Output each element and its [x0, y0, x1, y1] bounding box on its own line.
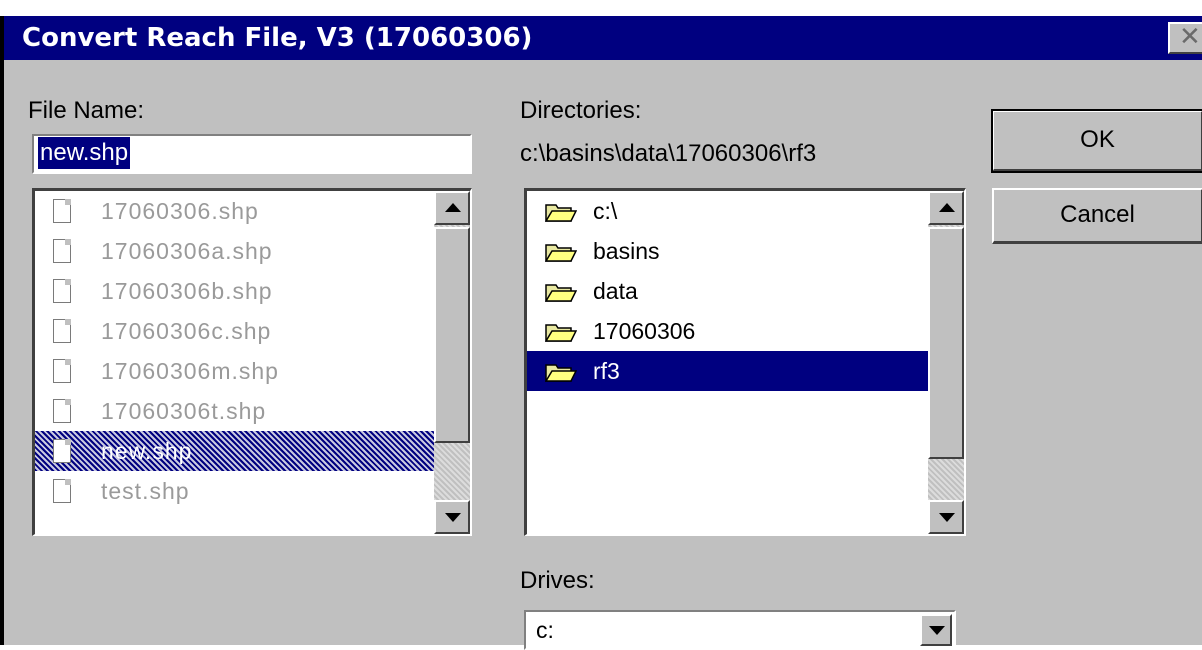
directory-list-item[interactable]: rf3: [527, 351, 928, 391]
file-name-value: new.shp: [38, 137, 131, 169]
file-name-label: File Name:: [28, 97, 145, 124]
arrow-down-icon: [939, 513, 955, 522]
ok-button[interactable]: OK: [991, 109, 1202, 173]
file-list-item[interactable]: 17060306b.shp: [35, 271, 434, 311]
file-name-input[interactable]: new.shp: [32, 134, 472, 174]
file-name-text: 17060306c.shp: [101, 318, 272, 344]
directory-list-rows: c:\ basins data 17060306 rf3: [527, 191, 928, 534]
dir-scroll-up-button[interactable]: [928, 191, 964, 225]
file-icon: [53, 239, 71, 263]
file-list-scrollbar[interactable]: [434, 191, 470, 534]
file-list-item[interactable]: 17060306c.shp: [35, 311, 434, 351]
file-icon: [53, 319, 71, 343]
drives-select[interactable]: c:: [524, 610, 956, 650]
chevron-down-icon: [929, 626, 945, 635]
cancel-button[interactable]: Cancel: [992, 188, 1202, 244]
directory-name-text: data: [593, 278, 638, 304]
directory-list[interactable]: c:\ basins data 17060306 rf3: [524, 188, 966, 536]
file-list-item[interactable]: 17060306m.shp: [35, 351, 434, 391]
directory-list-item[interactable]: c:\: [527, 191, 928, 231]
close-icon: ✕: [1179, 22, 1201, 52]
file-name-text: 17060306b.shp: [101, 278, 273, 304]
directory-list-item[interactable]: data: [527, 271, 928, 311]
current-directory-path: c:\basins\data\17060306\rf3: [520, 140, 817, 167]
file-name-text: 17060306a.shp: [101, 238, 273, 264]
arrow-down-icon: [445, 513, 461, 522]
dir-scroll-thumb[interactable]: [928, 227, 964, 459]
file-icon: [53, 279, 71, 303]
directory-list-scrollbar[interactable]: [928, 191, 964, 534]
file-icon: [53, 359, 71, 383]
convert-reach-file-dialog: Convert Reach File, V3 (17060306) ✕ File…: [0, 16, 1202, 650]
directory-name-text: c:\: [593, 198, 618, 224]
drives-dropdown-button[interactable]: [920, 614, 952, 646]
arrow-up-icon: [939, 203, 955, 212]
file-icon: [53, 439, 71, 463]
folder-open-icon: [545, 204, 577, 222]
file-icon: [53, 479, 71, 503]
directory-name-text: 17060306: [593, 318, 696, 344]
file-name-text: 17060306t.shp: [101, 398, 267, 424]
folder-open-icon: [545, 364, 577, 382]
close-button[interactable]: ✕: [1168, 22, 1202, 54]
file-list[interactable]: 17060306.shp 17060306a.shp 17060306b.shp 17…: [32, 188, 472, 536]
directory-list-item[interactable]: 17060306: [527, 311, 928, 351]
file-name-text: new.shp: [101, 438, 193, 464]
directory-name-text: basins: [593, 238, 660, 264]
arrow-up-icon: [445, 203, 461, 212]
file-icon: [53, 199, 71, 223]
dialog-title: Convert Reach File, V3 (17060306): [22, 23, 533, 53]
drives-selected-value: c:: [536, 617, 554, 643]
file-scroll-up-button[interactable]: [434, 191, 470, 225]
file-list-rows: 17060306.shp 17060306a.shp 17060306b.shp 17…: [35, 191, 434, 534]
folder-open-icon: [545, 324, 577, 342]
file-scroll-down-button[interactable]: [434, 500, 470, 534]
file-name-text: 17060306m.shp: [101, 358, 279, 384]
folder-open-icon: [545, 244, 577, 262]
title-bar[interactable]: Convert Reach File, V3 (17060306): [4, 16, 1202, 60]
directories-label: Directories:: [520, 97, 642, 124]
file-scroll-thumb[interactable]: [434, 227, 470, 443]
file-list-item[interactable]: 17060306.shp: [35, 191, 434, 231]
drives-label: Drives:: [520, 567, 595, 594]
file-name-text: 17060306.shp: [101, 198, 259, 224]
file-icon: [53, 399, 71, 423]
directory-list-item[interactable]: basins: [527, 231, 928, 271]
file-name-text: test.shp: [101, 478, 190, 504]
folder-open-icon: [545, 284, 577, 302]
file-list-item[interactable]: test.shp: [35, 471, 434, 511]
file-list-item[interactable]: new.shp: [35, 431, 434, 471]
file-list-item[interactable]: 17060306t.shp: [35, 391, 434, 431]
file-list-item[interactable]: 17060306a.shp: [35, 231, 434, 271]
dir-scroll-down-button[interactable]: [928, 500, 964, 534]
directory-name-text: rf3: [593, 358, 620, 384]
